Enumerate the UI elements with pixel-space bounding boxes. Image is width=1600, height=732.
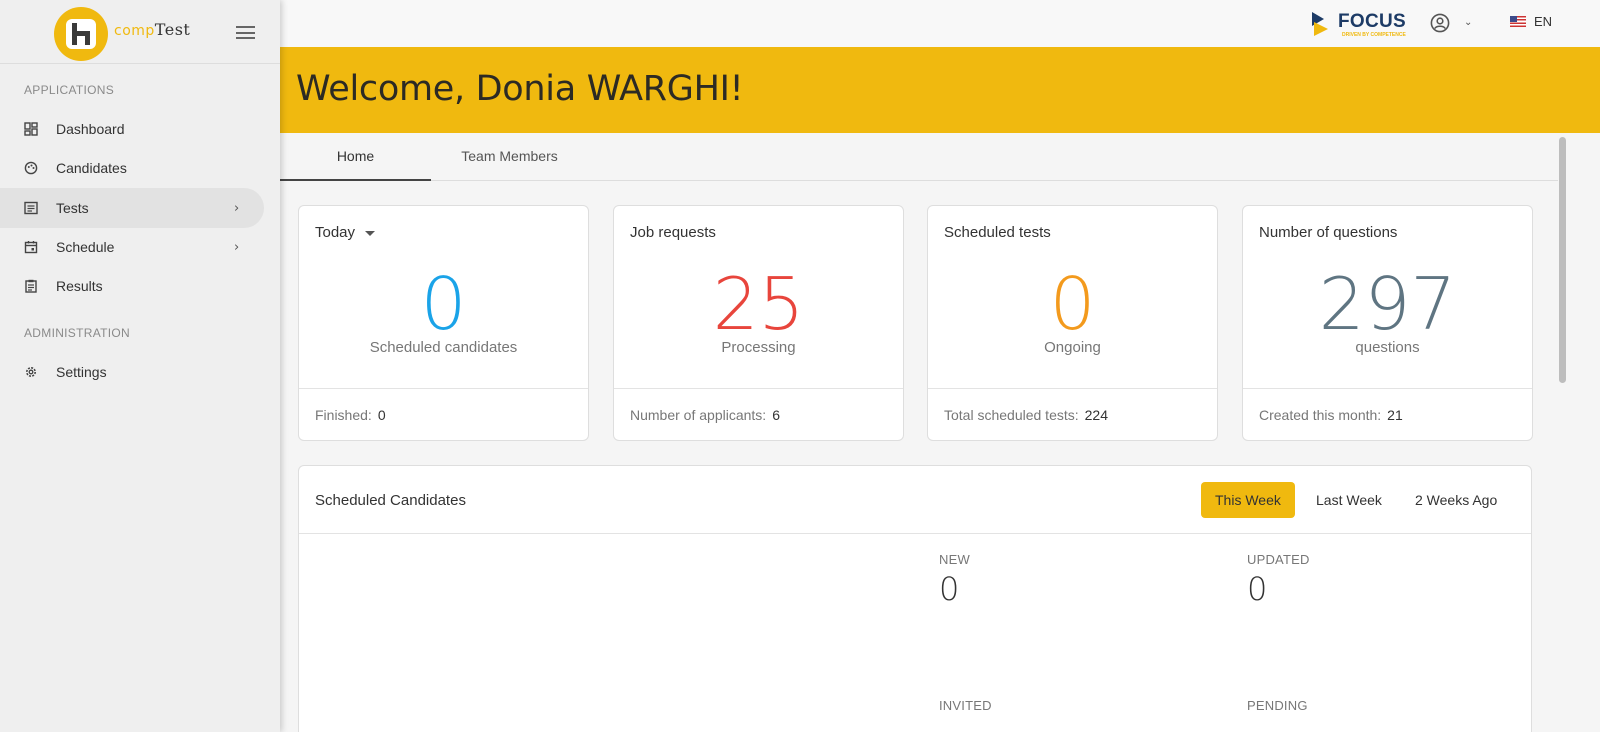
card-footer: Created this month: 21 [1243,388,1532,441]
comptest-logo-icon[interactable] [54,7,108,61]
tab-team-members[interactable]: Team Members [431,133,588,181]
stat-label-pending: PENDING [1247,698,1308,713]
card-footer: Finished: 0 [299,388,588,441]
stat-value-new: 0 [939,570,960,608]
sidebar-item-results[interactable]: Results [0,266,264,306]
scrollbar-thumb[interactable] [1559,137,1566,383]
sidebar-item-candidates[interactable]: Candidates [0,148,264,188]
sidebar-item-label: Dashboard [56,121,125,137]
panel-title: Scheduled Candidates [315,492,466,509]
sidebar-item-label: Tests [56,200,89,216]
card-value: 0 [1049,262,1096,346]
candidates-icon [24,161,38,175]
card-subtitle: questions [1355,339,1420,356]
gear-icon [26,367,36,377]
chevron-right-icon: › [234,239,240,255]
card-number-of-questions: Number of questions 297 questions Create… [1242,205,1533,441]
us-flag-icon [1510,16,1526,27]
sidebar-item-tests[interactable]: Tests › [0,188,264,228]
tests-icon [24,201,38,215]
this-week-button[interactable]: This Week [1201,482,1295,518]
card-title[interactable]: Today [315,224,376,241]
sidebar: compTest APPLICATIONS Dashboard Candidat… [0,0,280,732]
card-scheduled-tests: Scheduled tests 0 Ongoing Total schedule… [927,205,1218,441]
scheduled-candidates-panel: Scheduled Candidates This Week Last Week… [298,465,1532,732]
two-weeks-ago-button[interactable]: 2 Weeks Ago [1401,482,1511,518]
page-title: Welcome, Donia WARGHI! [296,69,744,109]
card-title: Number of questions [1259,224,1398,241]
stat-label-new: NEW [939,552,970,567]
card-subtitle: Ongoing [1044,339,1101,356]
brand-name: compTest [114,20,191,39]
card-title: Scheduled tests [944,224,1051,241]
focus-logo-icon [1312,12,1328,36]
partner-logo-tagline: DRIVEN BY COMPETENCE [1342,32,1406,38]
sidebar-item-label: Results [56,278,103,294]
top-bar: FOCUS DRIVEN BY COMPETENCE ⌄ EN [280,0,1600,47]
card-subtitle: Processing [721,339,796,356]
clipboard-icon [25,279,37,293]
last-week-button[interactable]: Last Week [1302,482,1396,518]
section-title-administration: ADMINISTRATION [24,326,130,340]
calendar-icon [24,241,38,254]
sidebar-item-dashboard[interactable]: Dashboard [0,109,264,149]
card-footer: Number of applicants: 6 [614,388,903,441]
tab-bar: Home Team Members [280,133,1558,181]
card-today: Today 0 Scheduled candidates Finished: 0 [298,205,589,441]
chevron-right-icon: › [234,200,240,216]
logo-bar: compTest [0,0,280,64]
card-footer-value: 6 [772,407,780,423]
dashboard-icon [24,122,38,136]
sidebar-item-label: Schedule [56,239,115,255]
card-footer-value: 21 [1387,407,1403,423]
card-title: Job requests [630,224,716,241]
card-job-requests: Job requests 25 Processing Number of app… [613,205,904,441]
sidebar-item-settings[interactable]: Settings [0,352,264,392]
sidebar-item-label: Settings [56,364,107,380]
card-subtitle: Scheduled candidates [369,339,518,356]
language-label: EN [1534,14,1553,29]
sidebar-item-label: Candidates [56,160,127,176]
card-footer-value: 224 [1084,407,1108,423]
stat-value-updated: 0 [1247,570,1268,608]
panel-header: Scheduled Candidates This Week Last Week… [299,466,1531,534]
language-selector[interactable]: EN [1510,14,1552,29]
card-value: 297 [1318,262,1457,346]
stat-label-updated: UPDATED [1247,552,1310,567]
caret-down-icon[interactable] [365,230,376,236]
card-value: 25 [712,262,805,346]
card-value: 0 [420,262,467,346]
stat-label-invited: INVITED [939,698,992,713]
sidebar-item-schedule[interactable]: Schedule › [0,227,264,267]
welcome-banner: Welcome, Donia WARGHI! [280,47,1600,133]
partner-logo-text: FOCUS [1338,11,1406,32]
card-footer: Total scheduled tests: 224 [928,388,1217,441]
card-footer-value: 0 [377,407,386,423]
tab-home[interactable]: Home [280,133,431,181]
section-title-applications: APPLICATIONS [24,83,115,97]
menu-toggle-icon[interactable] [236,26,255,39]
chevron-down-icon[interactable]: ⌄ [1464,17,1472,28]
account-icon[interactable] [1430,13,1450,33]
